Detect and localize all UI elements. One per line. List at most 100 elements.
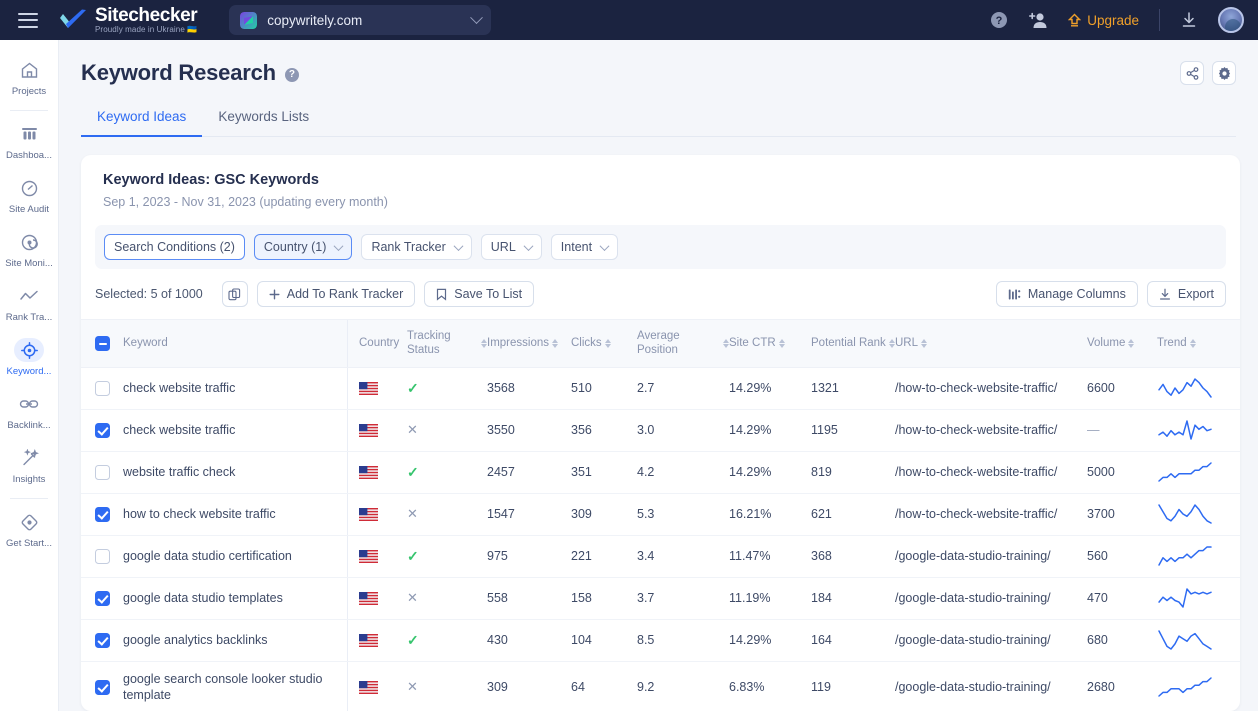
- row-checkbox[interactable]: [95, 548, 110, 564]
- add-user-icon[interactable]: [1028, 11, 1048, 29]
- card-subtitle: Sep 1, 2023 - Nov 31, 2023 (updating eve…: [103, 195, 388, 209]
- cell-clicks: 158: [571, 577, 637, 620]
- table-row[interactable]: check website traffic ✓ 3568 510 2.7 14.…: [81, 367, 1240, 410]
- manage-columns-button[interactable]: Manage Columns: [995, 281, 1138, 307]
- sort-icon[interactable]: [552, 338, 558, 348]
- filter-intent[interactable]: Intent: [550, 234, 619, 260]
- row-checkbox[interactable]: [95, 506, 110, 522]
- cell-site-ctr: 16.21%: [729, 493, 811, 536]
- table-row[interactable]: google search console looker studio temp…: [81, 661, 1240, 711]
- sidebar-item-keyword-research[interactable]: Keyword...: [0, 330, 58, 384]
- user-avatar[interactable]: [1218, 7, 1244, 33]
- sidebar-label: Dashboa...: [6, 150, 52, 161]
- copy-icon: [228, 287, 241, 300]
- header-average-position[interactable]: Average Position: [637, 319, 729, 368]
- cell-url[interactable]: /google-data-studio-training/: [895, 535, 1087, 578]
- site-name: copywritely.com: [267, 12, 363, 28]
- sort-icon[interactable]: [778, 338, 785, 348]
- share-icon[interactable]: [1180, 61, 1204, 85]
- header-potential-rank[interactable]: Potential Rank: [811, 319, 895, 368]
- sidebar-item-site-audit[interactable]: Site Audit: [0, 168, 58, 222]
- download-icon[interactable]: [1180, 11, 1198, 29]
- sidebar-item-projects[interactable]: Projects: [0, 50, 58, 104]
- sidebar-item-insights[interactable]: Insights: [0, 438, 58, 492]
- export-button[interactable]: Export: [1146, 281, 1226, 307]
- cell-url[interactable]: /google-data-studio-training/: [895, 577, 1087, 620]
- copy-button[interactable]: [221, 281, 248, 307]
- table-row[interactable]: website traffic check ✓ 2457 351 4.2 14.…: [81, 451, 1240, 494]
- brand-logo[interactable]: Sitechecker Proudly made in Ukraine 🇺🇦: [58, 6, 198, 34]
- hamburger-menu-icon[interactable]: [18, 12, 38, 28]
- filter-country[interactable]: Country (1): [253, 234, 353, 260]
- sidebar-item-backlinks[interactable]: Backlink...: [0, 384, 58, 438]
- row-checkbox[interactable]: [95, 464, 110, 480]
- cell-url[interactable]: /how-to-check-website-traffic/: [895, 493, 1087, 536]
- sort-icon[interactable]: [1189, 338, 1196, 348]
- select-all-checkbox[interactable]: [95, 335, 110, 351]
- button-label: Manage Columns: [1027, 287, 1126, 301]
- upgrade-arrow-icon: [1068, 13, 1082, 27]
- table-row[interactable]: google data studio templates ✕ 558 158 3…: [81, 577, 1240, 620]
- filter-rank-tracker[interactable]: Rank Tracker: [361, 234, 472, 260]
- header-volume[interactable]: Volume: [1087, 319, 1157, 368]
- cell-url[interactable]: /google-data-studio-training/: [895, 619, 1087, 662]
- cell-country: [347, 577, 407, 620]
- tab-keywords-lists[interactable]: Keywords Lists: [202, 109, 325, 137]
- tab-keyword-ideas[interactable]: Keyword Ideas: [81, 109, 203, 137]
- sort-icon[interactable]: [888, 338, 895, 348]
- help-circle-icon[interactable]: ?: [990, 11, 1008, 29]
- table-row[interactable]: google analytics backlinks ✓ 430 104 8.5…: [81, 619, 1240, 662]
- sort-icon[interactable]: [921, 338, 928, 348]
- table-row[interactable]: check website traffic ✕ 3550 356 3.0 14.…: [81, 409, 1240, 452]
- cell-clicks: 510: [571, 367, 637, 410]
- header-impressions[interactable]: Impressions: [487, 319, 571, 368]
- filter-label: Intent: [560, 240, 593, 254]
- cell-impressions: 558: [487, 577, 571, 620]
- cell-site-ctr: 11.19%: [729, 577, 811, 620]
- gear-icon[interactable]: [1212, 61, 1236, 85]
- header-site-ctr[interactable]: Site CTR: [729, 319, 811, 368]
- cell-url[interactable]: /how-to-check-website-traffic/: [895, 409, 1087, 452]
- header-trend[interactable]: Trend: [1157, 319, 1240, 368]
- table-row[interactable]: how to check website traffic ✕ 1547 309 …: [81, 493, 1240, 536]
- cell-url[interactable]: /how-to-check-website-traffic/: [895, 367, 1087, 410]
- tracking-status-untracked-icon: ✕: [407, 506, 418, 522]
- sidebar-item-rank-tracker[interactable]: Rank Tra...: [0, 276, 58, 330]
- cell-trend: [1157, 661, 1240, 711]
- row-checkbox[interactable]: [95, 632, 110, 648]
- header-url[interactable]: URL: [895, 319, 1087, 368]
- upgrade-button[interactable]: Upgrade: [1068, 13, 1139, 28]
- row-checkbox[interactable]: [95, 380, 110, 396]
- sort-icon[interactable]: [1128, 338, 1135, 348]
- header-label: Average Position: [637, 330, 680, 357]
- filter-url[interactable]: URL: [480, 234, 542, 260]
- sort-icon[interactable]: [604, 338, 611, 348]
- save-to-list-button[interactable]: Save To List: [424, 281, 535, 307]
- cell-average-position: 2.7: [637, 367, 729, 410]
- header-tracking-status[interactable]: Tracking Status: [407, 319, 487, 368]
- cell-url[interactable]: /google-data-studio-training/: [895, 661, 1087, 711]
- toolbar-right-actions: Manage Columns Export: [995, 281, 1226, 307]
- sidebar-item-get-started[interactable]: Get Start...: [0, 502, 58, 556]
- header-clicks[interactable]: Clicks: [571, 319, 637, 368]
- table-row[interactable]: google data studio certification ✓ 975 2…: [81, 535, 1240, 578]
- cell-trend: [1157, 619, 1240, 662]
- sidebar-item-site-monitoring[interactable]: Site Moni...: [0, 222, 58, 276]
- cell-impressions: 3550: [487, 409, 571, 452]
- row-checkbox[interactable]: [95, 679, 110, 695]
- help-circle-icon[interactable]: ?: [284, 67, 299, 82]
- cell-tracking-status: ✕: [407, 493, 487, 536]
- table-body: check website traffic ✓ 3568 510 2.7 14.…: [81, 367, 1240, 711]
- bookmark-icon: [437, 288, 447, 301]
- add-to-rank-tracker-button[interactable]: Add To Rank Tracker: [256, 281, 416, 307]
- cell-keyword: google analytics backlinks: [123, 619, 347, 662]
- row-checkbox[interactable]: [95, 422, 110, 438]
- filter-search-conditions[interactable]: Search Conditions (2): [104, 234, 245, 260]
- row-checkbox[interactable]: [95, 590, 110, 606]
- row-select-cell: [81, 409, 123, 452]
- target-icon: [14, 338, 44, 362]
- cell-url[interactable]: /how-to-check-website-traffic/: [895, 451, 1087, 494]
- sidebar-item-dashboard[interactable]: Dashboa...: [0, 114, 58, 168]
- columns-icon: [1008, 289, 1021, 299]
- site-selector[interactable]: copywritely.com: [229, 5, 492, 35]
